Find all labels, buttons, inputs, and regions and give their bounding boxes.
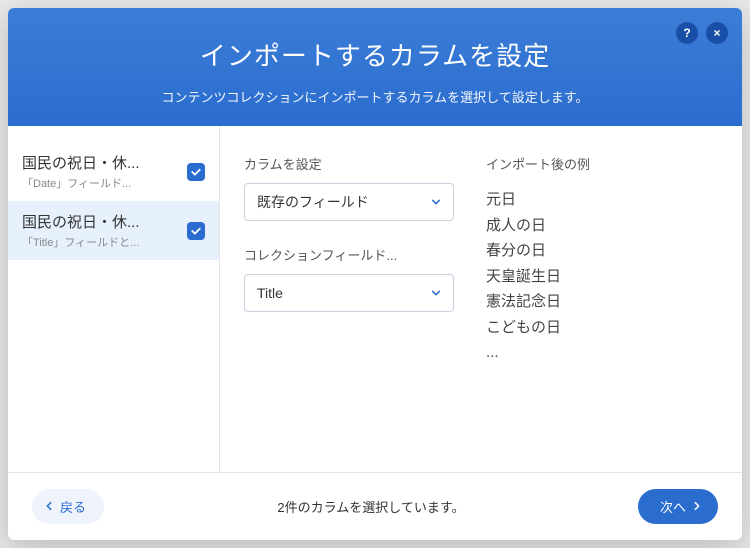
- preview-item: 成人の日: [486, 213, 718, 239]
- column-item-date[interactable]: 国民の祝日・休... 「Date」フィールド...: [8, 142, 219, 201]
- collection-field-value: Title: [257, 285, 283, 301]
- form-column: カラムを設定 既存のフィールド コレクションフィールド... Title: [244, 154, 454, 452]
- set-column-value: 既存のフィールド: [257, 192, 369, 212]
- preview-column: インポート後の例 元日 成人の日 春分の日 天皇誕生日 憲法記念日 こどもの日 …: [486, 154, 718, 452]
- column-item-text: 国民の祝日・休... 「Date」フィールド...: [22, 152, 179, 191]
- chevron-down-icon: [431, 194, 441, 210]
- column-item-subtitle: 「Date」フィールド...: [22, 175, 179, 191]
- close-icon: ×: [713, 26, 720, 40]
- import-columns-modal: ? × インポートするカラムを設定 コンテンツコレクションにインポートするカラム…: [8, 8, 742, 540]
- preview-item: 元日: [486, 187, 718, 213]
- check-icon: [190, 225, 202, 237]
- preview-list: 元日 成人の日 春分の日 天皇誕生日 憲法記念日 こどもの日 ...: [486, 187, 718, 366]
- preview-item: 天皇誕生日: [486, 264, 718, 290]
- preview-item: 憲法記念日: [486, 289, 718, 315]
- modal-header: ? × インポートするカラムを設定 コンテンツコレクションにインポートするカラム…: [8, 8, 742, 126]
- chevron-down-icon: [431, 285, 441, 301]
- set-column-label: カラムを設定: [244, 154, 454, 173]
- back-button[interactable]: 戻る: [32, 489, 104, 524]
- column-item-title: 国民の祝日・休...: [22, 211, 179, 232]
- chevron-left-icon: [44, 499, 54, 514]
- chevron-right-icon: [692, 499, 702, 514]
- column-checkbox[interactable]: [187, 222, 205, 240]
- preview-item: ...: [486, 340, 718, 366]
- collection-field-label: コレクションフィールド...: [244, 245, 454, 264]
- preview-label: インポート後の例: [486, 154, 718, 173]
- set-column-select[interactable]: 既存のフィールド: [244, 183, 454, 221]
- collection-field-select[interactable]: Title: [244, 274, 454, 312]
- modal-subtitle: コンテンツコレクションにインポートするカラムを選択して設定します。: [24, 87, 726, 106]
- preview-item: 春分の日: [486, 238, 718, 264]
- back-button-label: 戻る: [60, 497, 86, 516]
- footer-status: 2件のカラムを選択しています。: [104, 497, 638, 516]
- modal-footer: 戻る 2件のカラムを選択しています。 次へ: [8, 472, 742, 540]
- next-button[interactable]: 次へ: [638, 489, 718, 524]
- column-item-title: 国民の祝日・休...: [22, 152, 179, 173]
- modal-body: 国民の祝日・休... 「Date」フィールド... 国民の祝日・休... 「Ti…: [8, 126, 742, 472]
- modal-title: インポートするカラムを設定: [24, 36, 726, 73]
- header-controls: ? ×: [676, 22, 728, 44]
- columns-sidebar: 国民の祝日・休... 「Date」フィールド... 国民の祝日・休... 「Ti…: [8, 126, 220, 472]
- column-checkbox[interactable]: [187, 163, 205, 181]
- close-button[interactable]: ×: [706, 22, 728, 44]
- column-item-text: 国民の祝日・休... 「Title」フィールドと...: [22, 211, 179, 250]
- check-icon: [190, 166, 202, 178]
- column-item-title[interactable]: 国民の祝日・休... 「Title」フィールドと...: [8, 201, 219, 260]
- column-item-subtitle: 「Title」フィールドと...: [22, 234, 179, 250]
- help-button[interactable]: ?: [676, 22, 698, 44]
- next-button-label: 次へ: [660, 497, 686, 516]
- preview-item: こどもの日: [486, 315, 718, 341]
- help-icon: ?: [683, 26, 690, 40]
- main-panel: カラムを設定 既存のフィールド コレクションフィールド... Title インポ…: [220, 126, 742, 472]
